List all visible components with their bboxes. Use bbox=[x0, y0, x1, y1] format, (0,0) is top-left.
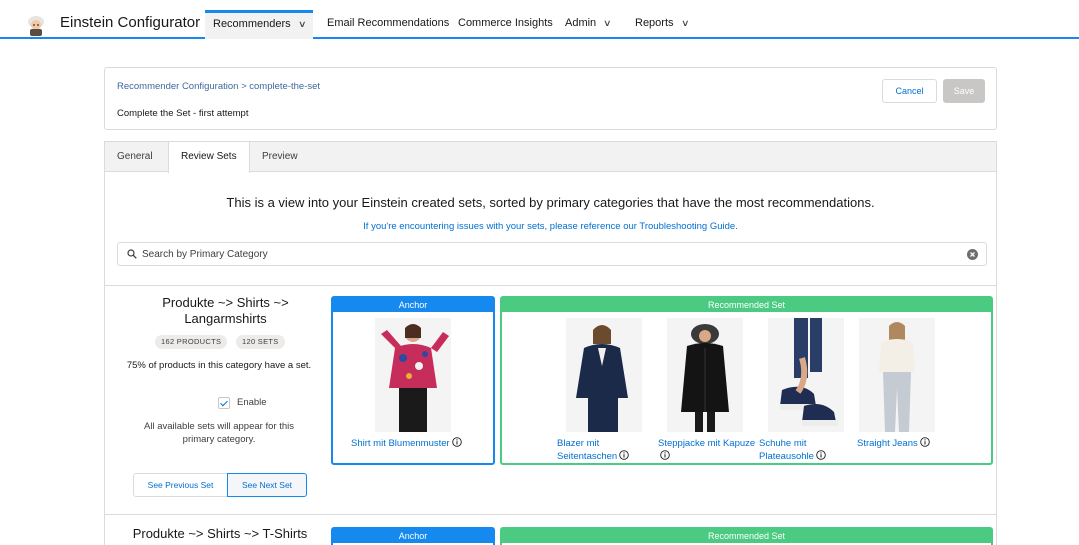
divider bbox=[105, 514, 996, 515]
see-next-set-button[interactable]: See Next Set bbox=[227, 473, 307, 497]
anchor-header: Anchor bbox=[333, 529, 493, 543]
category-title: Produkte ~> Shirts ~> Langarmshirts bbox=[162, 295, 289, 326]
tab-general[interactable]: General bbox=[117, 142, 153, 172]
product-name-text: Blazer mit Seitentaschen bbox=[557, 438, 618, 462]
product-image[interactable] bbox=[566, 318, 642, 432]
product-name-text: Steppjacke mit Kapuze bbox=[658, 438, 756, 449]
top-navigation: Einstein Configurator Recommenders ∨ Emai… bbox=[0, 10, 1079, 39]
einstein-logo-icon bbox=[28, 16, 44, 36]
product-image[interactable] bbox=[768, 318, 844, 432]
enable-label: Enable bbox=[237, 397, 267, 408]
nav-recommenders[interactable]: Recommenders ∨ bbox=[205, 10, 314, 39]
set-navigation: See Previous Set See Next Set bbox=[133, 473, 308, 497]
info-icon[interactable] bbox=[660, 450, 670, 460]
recommended-set-header: Recommended Set bbox=[502, 529, 991, 543]
coverage-text: 75% of products in this category have a … bbox=[126, 360, 312, 371]
recommended-product-name[interactable]: Blazer mit Seitentaschen bbox=[557, 437, 657, 463]
record-header: Recommender Configuration > complete-the… bbox=[104, 67, 997, 130]
divider bbox=[105, 285, 996, 286]
anchor-header: Anchor bbox=[333, 298, 493, 312]
tabs-card: General Review Sets Preview This is a vi… bbox=[104, 141, 997, 545]
chevron-down-icon[interactable]: ∨ bbox=[603, 10, 612, 37]
info-icon[interactable] bbox=[816, 450, 826, 460]
recommended-set-panel: Recommended Set bbox=[500, 527, 993, 545]
nav-commerce-insights-label: Commerce Insights bbox=[458, 17, 553, 29]
tab-review-sets[interactable]: Review Sets bbox=[168, 142, 250, 173]
search-input[interactable] bbox=[142, 245, 962, 263]
save-button[interactable]: Save bbox=[943, 79, 985, 103]
puffer-jacket-image-icon bbox=[667, 318, 743, 432]
anchor-product-name[interactable]: Shirt mit Blumenmuster bbox=[351, 437, 491, 450]
availability-note: All available sets will appear for this … bbox=[144, 421, 294, 445]
product-name-text: Shirt mit Blumenmuster bbox=[351, 438, 450, 449]
search-icon bbox=[127, 249, 137, 259]
product-image[interactable] bbox=[375, 318, 451, 432]
nav-reports-label: Reports bbox=[635, 17, 674, 29]
record-name: Complete the Set - first attempt bbox=[117, 108, 249, 119]
category-search[interactable] bbox=[117, 242, 987, 266]
chevron-down-icon[interactable]: ∨ bbox=[298, 13, 307, 36]
enable-checkbox[interactable] bbox=[218, 397, 230, 409]
nav-admin[interactable]: Admin ∨ bbox=[565, 10, 612, 39]
product-name-text: Straight Jeans bbox=[857, 438, 918, 449]
chevron-down-icon[interactable]: ∨ bbox=[681, 10, 690, 37]
info-icon[interactable] bbox=[619, 450, 629, 460]
nav-email-recommendations[interactable]: Email Recommendations bbox=[327, 10, 449, 39]
nav-recommenders-label: Recommenders bbox=[213, 18, 291, 30]
anchor-panel: Anchor bbox=[331, 527, 495, 545]
breadcrumb[interactable]: Recommender Configuration > complete-the… bbox=[117, 81, 320, 92]
recommended-set-header: Recommended Set bbox=[502, 298, 991, 312]
blouse-image-icon bbox=[375, 318, 451, 432]
recommended-set-panel: Recommended Set Blazer mit Seitentaschen bbox=[500, 296, 993, 465]
cancel-button[interactable]: Cancel bbox=[882, 79, 937, 103]
nav-commerce-insights[interactable]: Commerce Insights bbox=[458, 10, 553, 39]
recommended-product-name[interactable]: Steppjacke mit Kapuze bbox=[658, 437, 758, 463]
app-title: Einstein Configurator bbox=[60, 14, 201, 31]
recommended-product-name[interactable]: Straight Jeans bbox=[857, 437, 987, 450]
anchor-panel: Anchor Shirt mit Blumenmuster bbox=[331, 296, 495, 465]
see-previous-set-button[interactable]: See Previous Set bbox=[133, 473, 228, 497]
tab-preview[interactable]: Preview bbox=[262, 142, 298, 172]
troubleshooting-link[interactable]: If you're encountering issues with your … bbox=[105, 221, 996, 232]
product-image[interactable] bbox=[859, 318, 935, 432]
nav-reports[interactable]: Reports ∨ bbox=[635, 10, 690, 39]
review-intro: This is a view into your Einstein create… bbox=[226, 195, 875, 210]
recommended-product-name[interactable]: Schuhe mit Plateausohle bbox=[759, 437, 859, 463]
tab-bar: General Review Sets Preview bbox=[105, 142, 996, 173]
info-icon[interactable] bbox=[919, 437, 930, 447]
jeans-image-icon bbox=[859, 318, 935, 432]
shoes-image-icon bbox=[768, 318, 844, 432]
sets-badge: 120 SETS bbox=[236, 335, 285, 349]
nav-email-recommendations-label: Email Recommendations bbox=[327, 17, 450, 29]
product-name-text: Schuhe mit Plateausohle bbox=[759, 438, 814, 462]
products-badge: 162 PRODUCTS bbox=[155, 335, 228, 349]
category-title: Produkte ~> Shirts ~> T-Shirts bbox=[132, 526, 308, 541]
clear-icon[interactable] bbox=[967, 249, 978, 260]
nav-admin-label: Admin bbox=[565, 17, 597, 29]
product-image[interactable] bbox=[667, 318, 743, 432]
info-icon[interactable] bbox=[451, 437, 462, 447]
blazer-image-icon bbox=[566, 318, 642, 432]
